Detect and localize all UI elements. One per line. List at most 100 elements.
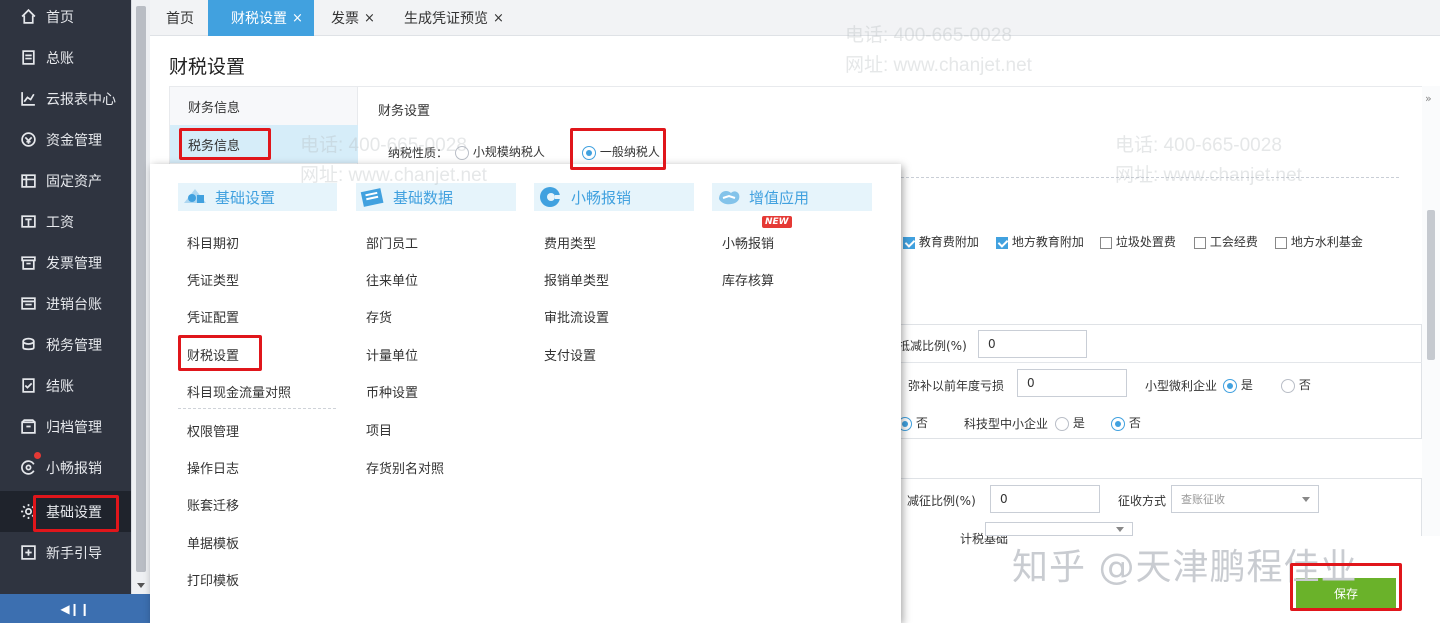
menu-item-print-template[interactable]: 打印模板 xyxy=(187,570,239,589)
tech-yes-option[interactable]: 是 xyxy=(1055,414,1085,431)
archive-icon xyxy=(19,418,37,436)
tech-no-option[interactable]: 否 xyxy=(1111,414,1141,431)
taxpayer-small-option[interactable]: 小规模纳税人 xyxy=(455,143,545,160)
content-scrollbar[interactable]: » xyxy=(1422,86,1440,536)
finance-settings-header: 财务设置 纳税性质： 小规模纳税人 一般纳税人 xyxy=(358,86,1422,168)
menu-item-voucher-config[interactable]: 凭证配置 xyxy=(187,307,239,326)
menu-item-stock[interactable]: 存货 xyxy=(366,307,392,326)
sidebar-item-label: 归档管理 xyxy=(46,419,102,436)
chevron-right-icon[interactable]: » xyxy=(1425,92,1432,105)
menu-item-tax-settings[interactable]: 财税设置 xyxy=(187,345,239,364)
close-icon[interactable]: × xyxy=(493,11,504,26)
salary-icon xyxy=(19,213,37,231)
menu-item-stock-alias[interactable]: 存货别名对照 xyxy=(366,458,444,477)
menu-item-xiaochang-reimburse[interactable]: 小畅报销 xyxy=(722,233,774,252)
sidebar-item-report-center[interactable]: 云报表中心 xyxy=(0,78,131,119)
sidebar-item-archive[interactable]: 归档管理 xyxy=(0,406,131,447)
sidebar-scrollbar[interactable] xyxy=(131,0,150,594)
menu-column-reimburse: 小畅报销 xyxy=(534,183,694,211)
checkbox[interactable] xyxy=(1275,236,1287,249)
radio-general[interactable] xyxy=(582,145,596,160)
nav-finance-info[interactable]: 财务信息 xyxy=(170,87,359,125)
tech-enterprise-label: 科技型中小企业 xyxy=(964,417,1049,431)
tab-tax-settings[interactable]: 财税设置 × xyxy=(208,0,314,36)
sidebar-item-salary[interactable]: 工资 xyxy=(0,201,131,242)
menu-item-voucher-type[interactable]: 凭证类型 xyxy=(187,270,239,289)
taxpayer-type-label: 纳税性质： xyxy=(388,146,449,160)
sidebar-collapse-button[interactable]: ◀❙❙ xyxy=(0,594,150,623)
menu-item-payment-settings[interactable]: 支付设置 xyxy=(544,345,596,364)
checkbox[interactable] xyxy=(903,236,915,249)
close-icon[interactable]: × xyxy=(292,11,303,26)
tab-home[interactable]: 首页 xyxy=(166,0,194,36)
menu-item-permissions[interactable]: 权限管理 xyxy=(187,421,239,440)
sidebar-item-tax[interactable]: 税务管理 xyxy=(0,324,131,365)
levy-mode-select[interactable]: 查账征收 xyxy=(1171,485,1319,513)
scrollbar-thumb[interactable] xyxy=(1427,210,1435,360)
scrollbar-thumb[interactable] xyxy=(136,6,146,572)
menu-item-operation-log[interactable]: 操作日志 xyxy=(187,458,239,477)
menu-item-units[interactable]: 计量单位 xyxy=(366,345,418,364)
sidebar-item-funds[interactable]: 资金管理 xyxy=(0,119,131,160)
section-title: 财务设置 xyxy=(378,104,431,119)
checkbox[interactable] xyxy=(1100,236,1112,249)
asset-icon xyxy=(19,172,37,190)
radio-no[interactable] xyxy=(1281,378,1295,393)
menu-column-title: 小畅报销 xyxy=(571,188,632,207)
tax-basis-select[interactable] xyxy=(985,522,1133,536)
menu-item-expense-type[interactable]: 费用类型 xyxy=(544,233,596,252)
taxpayer-general-option[interactable]: 一般纳税人 xyxy=(582,143,660,160)
sidebar-item-guide[interactable]: 新手引导 xyxy=(0,532,131,573)
menu-item-reimburse-type[interactable]: 报销单类型 xyxy=(544,270,609,289)
loss-compensation-input[interactable]: 0 xyxy=(1017,369,1127,397)
menu-item-partners[interactable]: 往来单位 xyxy=(366,270,418,289)
micro-yes-option[interactable]: 是 xyxy=(1223,376,1253,393)
menu-item-document-template[interactable]: 单据模板 xyxy=(187,533,239,552)
money-icon xyxy=(19,131,37,149)
option-label: 是 xyxy=(1072,416,1085,430)
option-label: 否 xyxy=(1128,416,1141,430)
radio-yes[interactable] xyxy=(1223,378,1237,393)
close-icon[interactable]: × xyxy=(364,11,375,26)
menu-item-stock-accounting[interactable]: 库存核算 xyxy=(722,270,774,289)
reduce-ratio-input[interactable]: 0 xyxy=(978,330,1087,358)
tab-voucher-preview[interactable]: 生成凭证预览 × xyxy=(404,0,504,36)
sidebar-item-invoice[interactable]: 发票管理 xyxy=(0,242,131,283)
check-education-surcharge[interactable]: 教育费附加 xyxy=(903,233,979,250)
menu-item-approval-flow[interactable]: 审批流设置 xyxy=(544,307,609,326)
checkbox[interactable] xyxy=(996,236,1008,249)
sidebar-item-ledger[interactable]: 总账 xyxy=(0,37,131,78)
check-label: 教育费附加 xyxy=(918,235,979,249)
checkbox[interactable] xyxy=(1194,236,1206,249)
scroll-down-arrow-icon[interactable] xyxy=(137,583,145,588)
check-local-education[interactable]: 地方教育附加 xyxy=(996,233,1084,250)
sidebar-item-home[interactable]: 首页 xyxy=(0,0,131,37)
settings-left-nav: 财务信息 税务信息 xyxy=(169,86,359,168)
notification-dot xyxy=(34,452,41,459)
radio-small[interactable] xyxy=(455,145,469,160)
check-garbage-fee[interactable]: 垃圾处置费 xyxy=(1100,233,1176,250)
sidebar-item-reimburse[interactable]: 小畅报销 xyxy=(0,447,131,488)
menu-item-project[interactable]: 项目 xyxy=(366,420,392,439)
radio-yes[interactable] xyxy=(1055,416,1069,431)
radio-no[interactable] xyxy=(1111,416,1125,431)
tab-invoice[interactable]: 发票 × xyxy=(331,0,375,36)
sidebar-item-inventory[interactable]: 进销台账 xyxy=(0,283,131,324)
menu-item-currency[interactable]: 币种设置 xyxy=(366,382,418,401)
new-badge: NEW xyxy=(762,216,792,228)
micro-no-option[interactable]: 否 xyxy=(1281,376,1311,393)
menu-item-account-migration[interactable]: 账套迁移 xyxy=(187,495,239,514)
prev-no-option[interactable]: 否 xyxy=(898,414,928,431)
select-value: 查账征收 xyxy=(1181,493,1225,506)
menu-item-account-opening[interactable]: 科目期初 xyxy=(187,233,239,252)
sidebar-item-fixed-assets[interactable]: 固定资产 xyxy=(0,160,131,201)
check-water-fund[interactable]: 地方水利基金 xyxy=(1275,233,1363,250)
sidebar-item-close-account[interactable]: 结账 xyxy=(0,365,131,406)
sidebar-item-basic-settings[interactable]: 基础设置 xyxy=(0,491,131,532)
levy-ratio-input[interactable]: 0 xyxy=(990,485,1100,513)
nav-tax-info[interactable]: 税务信息 xyxy=(170,125,359,163)
menu-item-department-staff[interactable]: 部门员工 xyxy=(366,233,418,252)
menu-item-cashflow-mapping[interactable]: 科目现金流量对照 xyxy=(187,382,291,401)
check-union-fee[interactable]: 工会经费 xyxy=(1194,233,1258,250)
sidebar-item-label: 首页 xyxy=(46,9,74,26)
